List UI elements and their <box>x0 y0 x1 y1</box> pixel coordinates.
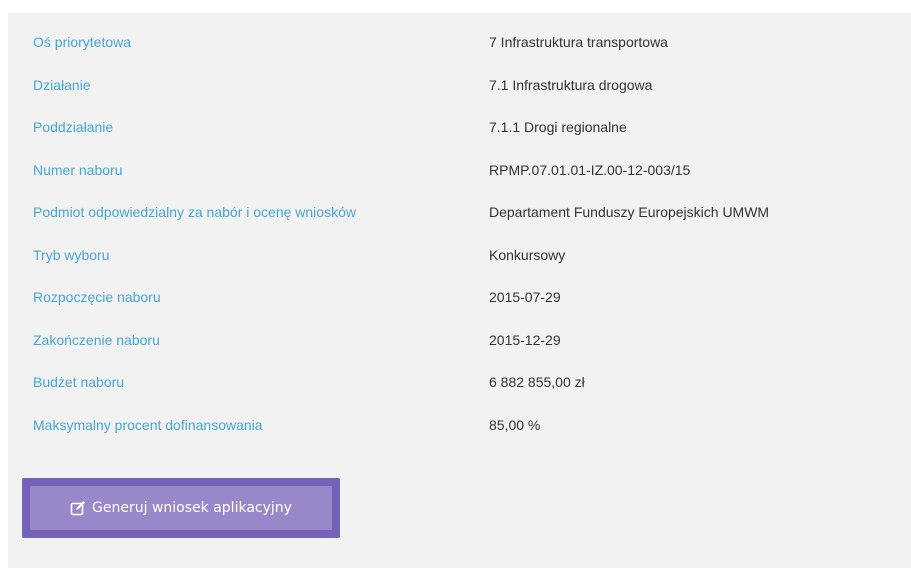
detail-value: 85,00 % <box>489 416 541 433</box>
generate-button-label: Generuj wniosek aplikacyjny <box>92 500 292 516</box>
detail-label: Zakończenie naboru <box>33 331 160 348</box>
detail-row-budget: Budżet naboru 6 882 855,00 zł <box>8 365 911 408</box>
detail-row-sub-action: Poddziałanie 7.1.1 Drogi regionalne <box>8 110 911 153</box>
detail-label: Maksymalny procent dofinansowania <box>33 416 263 433</box>
detail-label: Działanie <box>33 76 91 93</box>
detail-value: RPMP.07.01.01-IZ.00-12-003/15 <box>489 161 691 178</box>
detail-row-max-funding: Maksymalny procent dofinansowania 85,00 … <box>8 408 911 451</box>
call-details-panel: Oś priorytetowa 7 Infrastruktura transpo… <box>8 13 911 568</box>
detail-value: 2015-12-29 <box>489 331 561 348</box>
detail-value: Departament Funduszy Europejskich UMWM <box>489 204 770 220</box>
detail-label: Poddziałanie <box>33 119 114 135</box>
detail-label: Tryb wyboru <box>33 246 110 263</box>
detail-label: Oś priorytetowa <box>33 34 132 50</box>
detail-row-start-date: Rozpoczęcie naboru 2015-07-29 <box>8 280 911 323</box>
detail-row-call-number: Numer naboru RPMP.07.01.01-IZ.00-12-003/… <box>8 153 911 196</box>
detail-row-priority-axis: Oś priorytetowa 7 Infrastruktura transpo… <box>8 25 911 68</box>
detail-value: 2015-07-29 <box>489 289 561 305</box>
detail-row-responsible-body: Podmiot odpowiedzialny za nabór i ocenę … <box>8 195 911 238</box>
generate-application-button[interactable]: Generuj wniosek aplikacyjny <box>30 486 332 530</box>
detail-row-end-date: Zakończenie naboru 2015-12-29 <box>8 323 911 366</box>
detail-value: 7.1 Infrastruktura drogowa <box>489 76 653 93</box>
detail-value: 6 882 855,00 zł <box>489 374 585 390</box>
edit-icon <box>70 500 86 516</box>
detail-label: Numer naboru <box>33 161 123 178</box>
detail-label: Rozpoczęcie naboru <box>33 289 161 305</box>
detail-value: Konkursowy <box>489 246 566 263</box>
detail-label: Podmiot odpowiedzialny za nabór i ocenę … <box>33 204 356 220</box>
detail-value: 7.1.1 Drogi regionalne <box>489 119 627 135</box>
detail-row-selection-mode: Tryb wyboru Konkursowy <box>8 238 911 281</box>
detail-label: Budżet naboru <box>33 374 125 390</box>
detail-row-action: Działanie 7.1 Infrastruktura drogowa <box>8 68 911 111</box>
details-list: Oś priorytetowa 7 Infrastruktura transpo… <box>8 25 911 450</box>
generate-button-frame: Generuj wniosek aplikacyjny <box>22 478 340 538</box>
detail-value: 7 Infrastruktura transportowa <box>489 34 668 50</box>
